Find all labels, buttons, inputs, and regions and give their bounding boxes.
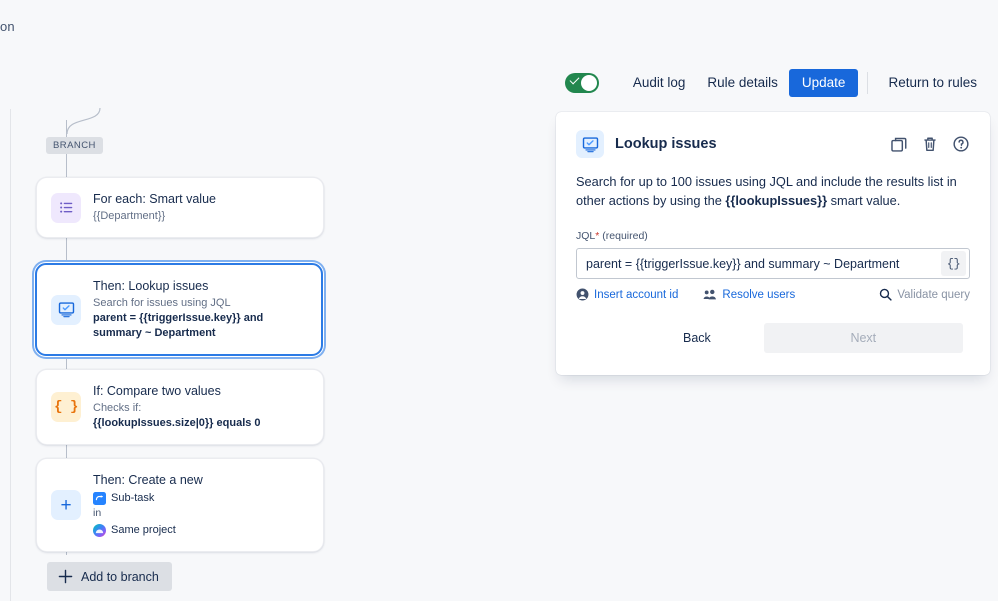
- insert-account-id-label: Insert account id: [594, 288, 679, 301]
- jql-label-text: JQL: [576, 230, 596, 242]
- rule-details-button[interactable]: Rule details: [696, 69, 789, 97]
- card-title: Then: Create a new: [93, 473, 203, 487]
- resolve-users-label: Resolve users: [722, 288, 796, 301]
- sub-task-icon: [93, 491, 106, 505]
- card-body: If: Compare two values Checks if: {{look…: [93, 383, 309, 431]
- branch-connector-curve: [66, 108, 101, 134]
- required-asterisk: *: [595, 230, 600, 242]
- flow-card-for-each[interactable]: For each: Smart value {{Department}}: [36, 177, 324, 238]
- automation-rule-builder: ation Audit log Rule details Update Retu…: [0, 0, 998, 601]
- panel-actions: [890, 135, 970, 153]
- breadcrumb: ation: [0, 19, 15, 34]
- card-subtitle: Checks if:: [93, 402, 142, 414]
- panel-description: Search for up to 100 issues using JQL an…: [576, 172, 970, 210]
- card-body: Then: Lookup issues Search for issues us…: [93, 278, 307, 341]
- person-icon: [576, 288, 589, 301]
- card-body: For each: Smart value {{Department}}: [93, 191, 309, 224]
- jql-input-wrapper: {}: [576, 248, 970, 279]
- connector-word: in: [93, 507, 102, 519]
- panel-header: Lookup issues: [576, 130, 970, 158]
- plus-icon: [58, 569, 73, 584]
- jql-input[interactable]: [577, 249, 941, 278]
- card-smart-value: {{Department}}: [93, 210, 166, 222]
- flow-card-lookup-issues[interactable]: Then: Lookup issues Search for issues us…: [35, 263, 323, 356]
- audit-log-button[interactable]: Audit log: [622, 69, 697, 97]
- project-label: Same project: [111, 524, 176, 536]
- panel-title: Lookup issues: [615, 136, 717, 152]
- search-icon: [880, 288, 892, 301]
- back-button[interactable]: Back: [673, 325, 721, 351]
- lookup-issues-icon: [576, 130, 604, 158]
- branch-label: BRANCH: [46, 137, 103, 154]
- card-smart-value: parent = {{triggerIssue.key}} and summar…: [93, 312, 264, 339]
- lookup-issues-config-panel: Lookup issues Search for up to 100 issue…: [556, 112, 990, 375]
- card-title: Then: Lookup issues: [93, 279, 209, 293]
- required-text: (required): [602, 230, 648, 242]
- panel-divider: [10, 109, 11, 601]
- flow-card-compare-two-values[interactable]: { } If: Compare two values Checks if: {{…: [36, 369, 324, 445]
- project-row: Same project: [93, 522, 309, 538]
- project-avatar-icon: [93, 523, 106, 537]
- jql-helper-row: Insert account id Resolve users Validate…: [576, 288, 970, 301]
- card-subtitle: Search for issues using JQL: [93, 297, 231, 309]
- insert-account-id-link[interactable]: Insert account id: [576, 288, 678, 301]
- next-button[interactable]: Next: [763, 323, 963, 353]
- panel-footer: Back Next: [576, 323, 970, 353]
- rule-toolbar: Audit log Rule details Update Return to …: [564, 69, 988, 97]
- issue-type-label: Sub-task: [111, 492, 155, 504]
- validate-query-label: Validate query: [897, 288, 970, 301]
- issue-type-row: Sub-task: [93, 490, 309, 506]
- lookup-issues-icon: [51, 294, 81, 325]
- jql-field-label: JQL* (required): [576, 229, 970, 243]
- flow-card-create-new[interactable]: + Then: Create a new Sub-task in Same pr…: [36, 458, 324, 552]
- smart-value-brace-button[interactable]: {}: [941, 251, 966, 276]
- delete-icon[interactable]: [921, 135, 939, 153]
- people-icon: [703, 289, 717, 300]
- toolbar-divider: [867, 72, 869, 94]
- update-button[interactable]: Update: [788, 69, 859, 97]
- rule-enabled-toggle[interactable]: [564, 73, 599, 93]
- validate-query-link[interactable]: Validate query: [879, 288, 970, 301]
- plus-icon: +: [51, 490, 81, 520]
- resolve-users-link[interactable]: Resolve users: [703, 288, 795, 301]
- description-part2: smart value.: [827, 193, 901, 208]
- toggle-knob: [580, 75, 597, 91]
- list-icon: [51, 192, 81, 223]
- duplicate-icon[interactable]: [890, 135, 908, 153]
- card-body: Then: Create a new Sub-task in Same proj…: [93, 472, 309, 538]
- add-to-branch-button[interactable]: Add to branch: [47, 562, 172, 591]
- braces-icon: { }: [51, 392, 81, 422]
- card-title: If: Compare two values: [93, 384, 221, 398]
- description-smart-value: {{lookupIssues}}: [725, 193, 828, 208]
- card-smart-value: {{lookupIssues.size|0}} equals 0: [93, 417, 261, 429]
- card-title: For each: Smart value: [93, 192, 216, 206]
- help-icon[interactable]: [952, 135, 970, 153]
- return-to-rules-button[interactable]: Return to rules: [877, 69, 988, 97]
- add-to-branch-label: Add to branch: [81, 569, 159, 584]
- check-icon: [569, 74, 580, 85]
